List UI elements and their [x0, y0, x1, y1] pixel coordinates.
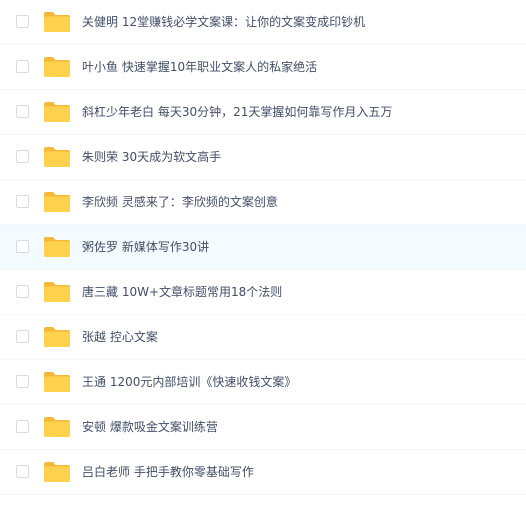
file-row[interactable]: 唐三藏 10W+文章标题常用18个法则 [0, 270, 526, 315]
file-name[interactable]: 斜杠少年老白 每天30分钟，21天掌握如何靠写作月入五万 [82, 90, 392, 135]
folder-icon [44, 372, 70, 392]
file-name[interactable]: 安顿 爆款吸金文案训练营 [82, 405, 218, 450]
row-checkbox[interactable] [16, 465, 29, 478]
folder-icon [44, 12, 70, 32]
file-name[interactable]: 张越 控心文案 [82, 315, 158, 360]
file-row[interactable]: 朱则荣 30天成为软文高手 [0, 135, 526, 180]
file-row[interactable]: 斜杠少年老白 每天30分钟，21天掌握如何靠写作月入五万 [0, 90, 526, 135]
file-name[interactable]: 粥佐罗 新媒体写作30讲 [82, 225, 209, 270]
row-checkbox[interactable] [16, 375, 29, 388]
row-checkbox[interactable] [16, 195, 29, 208]
folder-icon [44, 147, 70, 167]
row-checkbox[interactable] [16, 105, 29, 118]
folder-icon [44, 192, 70, 212]
folder-icon [44, 102, 70, 122]
folder-icon [44, 417, 70, 437]
file-row[interactable]: 王通 1200元内部培训《快速收钱文案》 [0, 360, 526, 405]
file-name[interactable]: 叶小鱼 快速掌握10年职业文案人的私家绝活 [82, 45, 317, 90]
folder-icon [44, 327, 70, 347]
row-checkbox[interactable] [16, 285, 29, 298]
folder-icon [44, 282, 70, 302]
row-checkbox[interactable] [16, 330, 29, 343]
file-row[interactable]: 李欣频 灵感来了：李欣频的文案创意 [0, 180, 526, 225]
row-checkbox[interactable] [16, 420, 29, 433]
file-name[interactable]: 李欣频 灵感来了：李欣频的文案创意 [82, 180, 278, 225]
file-row[interactable]: 叶小鱼 快速掌握10年职业文案人的私家绝活 [0, 45, 526, 90]
file-name[interactable]: 吕白老师 手把手教你零基础写作 [82, 450, 254, 495]
folder-icon [44, 237, 70, 257]
row-checkbox[interactable] [16, 15, 29, 28]
file-name[interactable]: 关健明 12堂赚钱必学文案课：让你的文案变成印钞机 [82, 0, 365, 45]
file-name[interactable]: 朱则荣 30天成为软文高手 [82, 135, 221, 180]
file-row[interactable]: 关健明 12堂赚钱必学文案课：让你的文案变成印钞机 [0, 0, 526, 45]
folder-icon [44, 462, 70, 482]
row-checkbox[interactable] [16, 60, 29, 73]
file-row[interactable]: 吕白老师 手把手教你零基础写作 [0, 450, 526, 495]
row-checkbox[interactable] [16, 150, 29, 163]
row-checkbox[interactable] [16, 240, 29, 253]
file-name[interactable]: 王通 1200元内部培训《快速收钱文案》 [82, 360, 296, 405]
file-name[interactable]: 唐三藏 10W+文章标题常用18个法则 [82, 270, 282, 315]
folder-icon [44, 57, 70, 77]
file-row[interactable]: 张越 控心文案 [0, 315, 526, 360]
file-row[interactable]: 安顿 爆款吸金文案训练营 [0, 405, 526, 450]
file-list: 关健明 12堂赚钱必学文案课：让你的文案变成印钞机 叶小鱼 快速掌握10年职业文… [0, 0, 526, 512]
file-row-hovered[interactable]: 粥佐罗 新媒体写作30讲 [0, 225, 526, 270]
